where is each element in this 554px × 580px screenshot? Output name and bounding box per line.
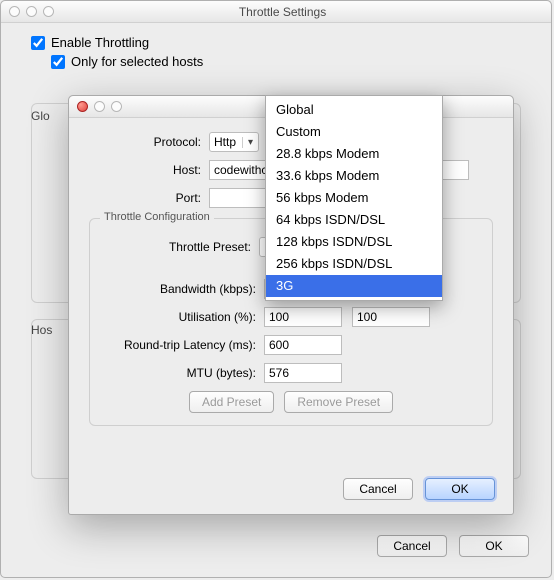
main-buttons-row: Cancel OK (377, 535, 529, 557)
preset-option[interactable]: 128 kbps ISDN/DSL (266, 231, 442, 253)
protocol-select[interactable]: Http ▾ (209, 132, 259, 152)
preset-option[interactable]: 256 kbps ISDN/DSL (266, 253, 442, 275)
mtu-row: MTU (bytes): (104, 363, 478, 383)
preset-label: Throttle Preset: (104, 240, 259, 254)
sheet-traffic-lights (77, 101, 122, 112)
remove-preset-button[interactable]: Remove Preset (284, 391, 393, 413)
close-icon[interactable] (77, 101, 88, 112)
protocol-label: Protocol: (89, 135, 209, 149)
zoom-icon[interactable] (111, 101, 122, 112)
only-selected-hosts-checkbox[interactable] (51, 55, 65, 69)
main-traffic-lights (9, 6, 54, 17)
enable-throttling-label: Enable Throttling (51, 35, 149, 50)
preset-option[interactable]: 64 kbps ISDN/DSL (266, 209, 442, 231)
main-window-title: Throttle Settings (54, 5, 511, 19)
zoom-icon[interactable] (43, 6, 54, 17)
preset-option[interactable]: 3G (266, 275, 442, 297)
rtt-input[interactable] (264, 335, 342, 355)
preset-option[interactable]: 33.6 kbps Modem (266, 165, 442, 187)
chevron-down-icon: ▾ (242, 137, 254, 148)
minimize-icon[interactable] (26, 6, 37, 17)
only-selected-hosts-row: Only for selected hosts (51, 54, 551, 69)
bandwidth-label: Bandwidth (kbps): (104, 282, 264, 296)
background-group-label-glo: Glo (31, 109, 50, 123)
minimize-icon[interactable] (94, 101, 105, 112)
util-row: Utilisation (%): (104, 307, 478, 327)
only-selected-hosts-label: Only for selected hosts (71, 54, 203, 69)
util-label: Utilisation (%): (104, 310, 264, 324)
preset-option[interactable]: Global (266, 99, 442, 121)
enable-throttling-checkbox[interactable] (31, 36, 45, 50)
rtt-row: Round-trip Latency (ms): (104, 335, 478, 355)
add-preset-button[interactable]: Add Preset (189, 391, 274, 413)
host-label: Host: (89, 163, 209, 177)
sheet-ok-button[interactable]: OK (425, 478, 495, 500)
throttle-config-title: Throttle Configuration (100, 211, 214, 223)
enable-throttling-row: Enable Throttling (31, 35, 551, 50)
mtu-input[interactable] (264, 363, 342, 383)
preset-option[interactable]: Custom (266, 121, 442, 143)
rtt-label: Round-trip Latency (ms): (104, 338, 264, 352)
close-icon[interactable] (9, 6, 20, 17)
preset-dropdown[interactable]: GlobalCustom28.8 kbps Modem33.6 kbps Mod… (265, 95, 443, 301)
util-upload-input[interactable] (352, 307, 430, 327)
mtu-label: MTU (bytes): (104, 366, 264, 380)
sheet-buttons-row: Cancel OK (343, 478, 495, 500)
preset-buttons-row: Add Preset Remove Preset (104, 391, 478, 413)
background-group-label-hos: Hos (31, 323, 52, 337)
main-ok-button[interactable]: OK (459, 535, 529, 557)
main-cancel-button[interactable]: Cancel (377, 535, 447, 557)
util-download-input[interactable] (264, 307, 342, 327)
port-label: Port: (89, 191, 209, 205)
protocol-value: Http (214, 135, 236, 149)
preset-option[interactable]: 56 kbps Modem (266, 187, 442, 209)
sheet-cancel-button[interactable]: Cancel (343, 478, 413, 500)
main-titlebar: Throttle Settings (1, 1, 551, 23)
preset-option[interactable]: 28.8 kbps Modem (266, 143, 442, 165)
